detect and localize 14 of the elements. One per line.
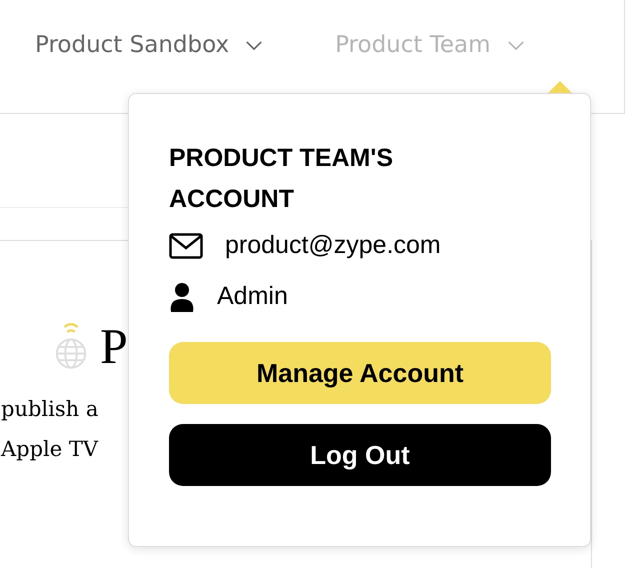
dropdown-pointer <box>548 81 572 93</box>
envelope-icon <box>169 232 203 258</box>
chevron-down-icon <box>245 40 264 50</box>
description-text: publish a <box>0 396 98 423</box>
user-icon <box>169 282 195 312</box>
page-heading: P <box>100 321 128 371</box>
manage-account-button[interactable]: Manage Account <box>169 342 551 404</box>
globe-signal-icon <box>54 321 88 371</box>
logout-button[interactable]: Log Out <box>169 424 551 486</box>
chevron-down-icon <box>506 40 525 50</box>
account-switcher[interactable]: Product Sandbox <box>35 32 264 58</box>
account-email: product@zype.com <box>225 231 441 260</box>
account-role: Admin <box>217 282 288 311</box>
description-text: Apple TV <box>0 436 98 463</box>
